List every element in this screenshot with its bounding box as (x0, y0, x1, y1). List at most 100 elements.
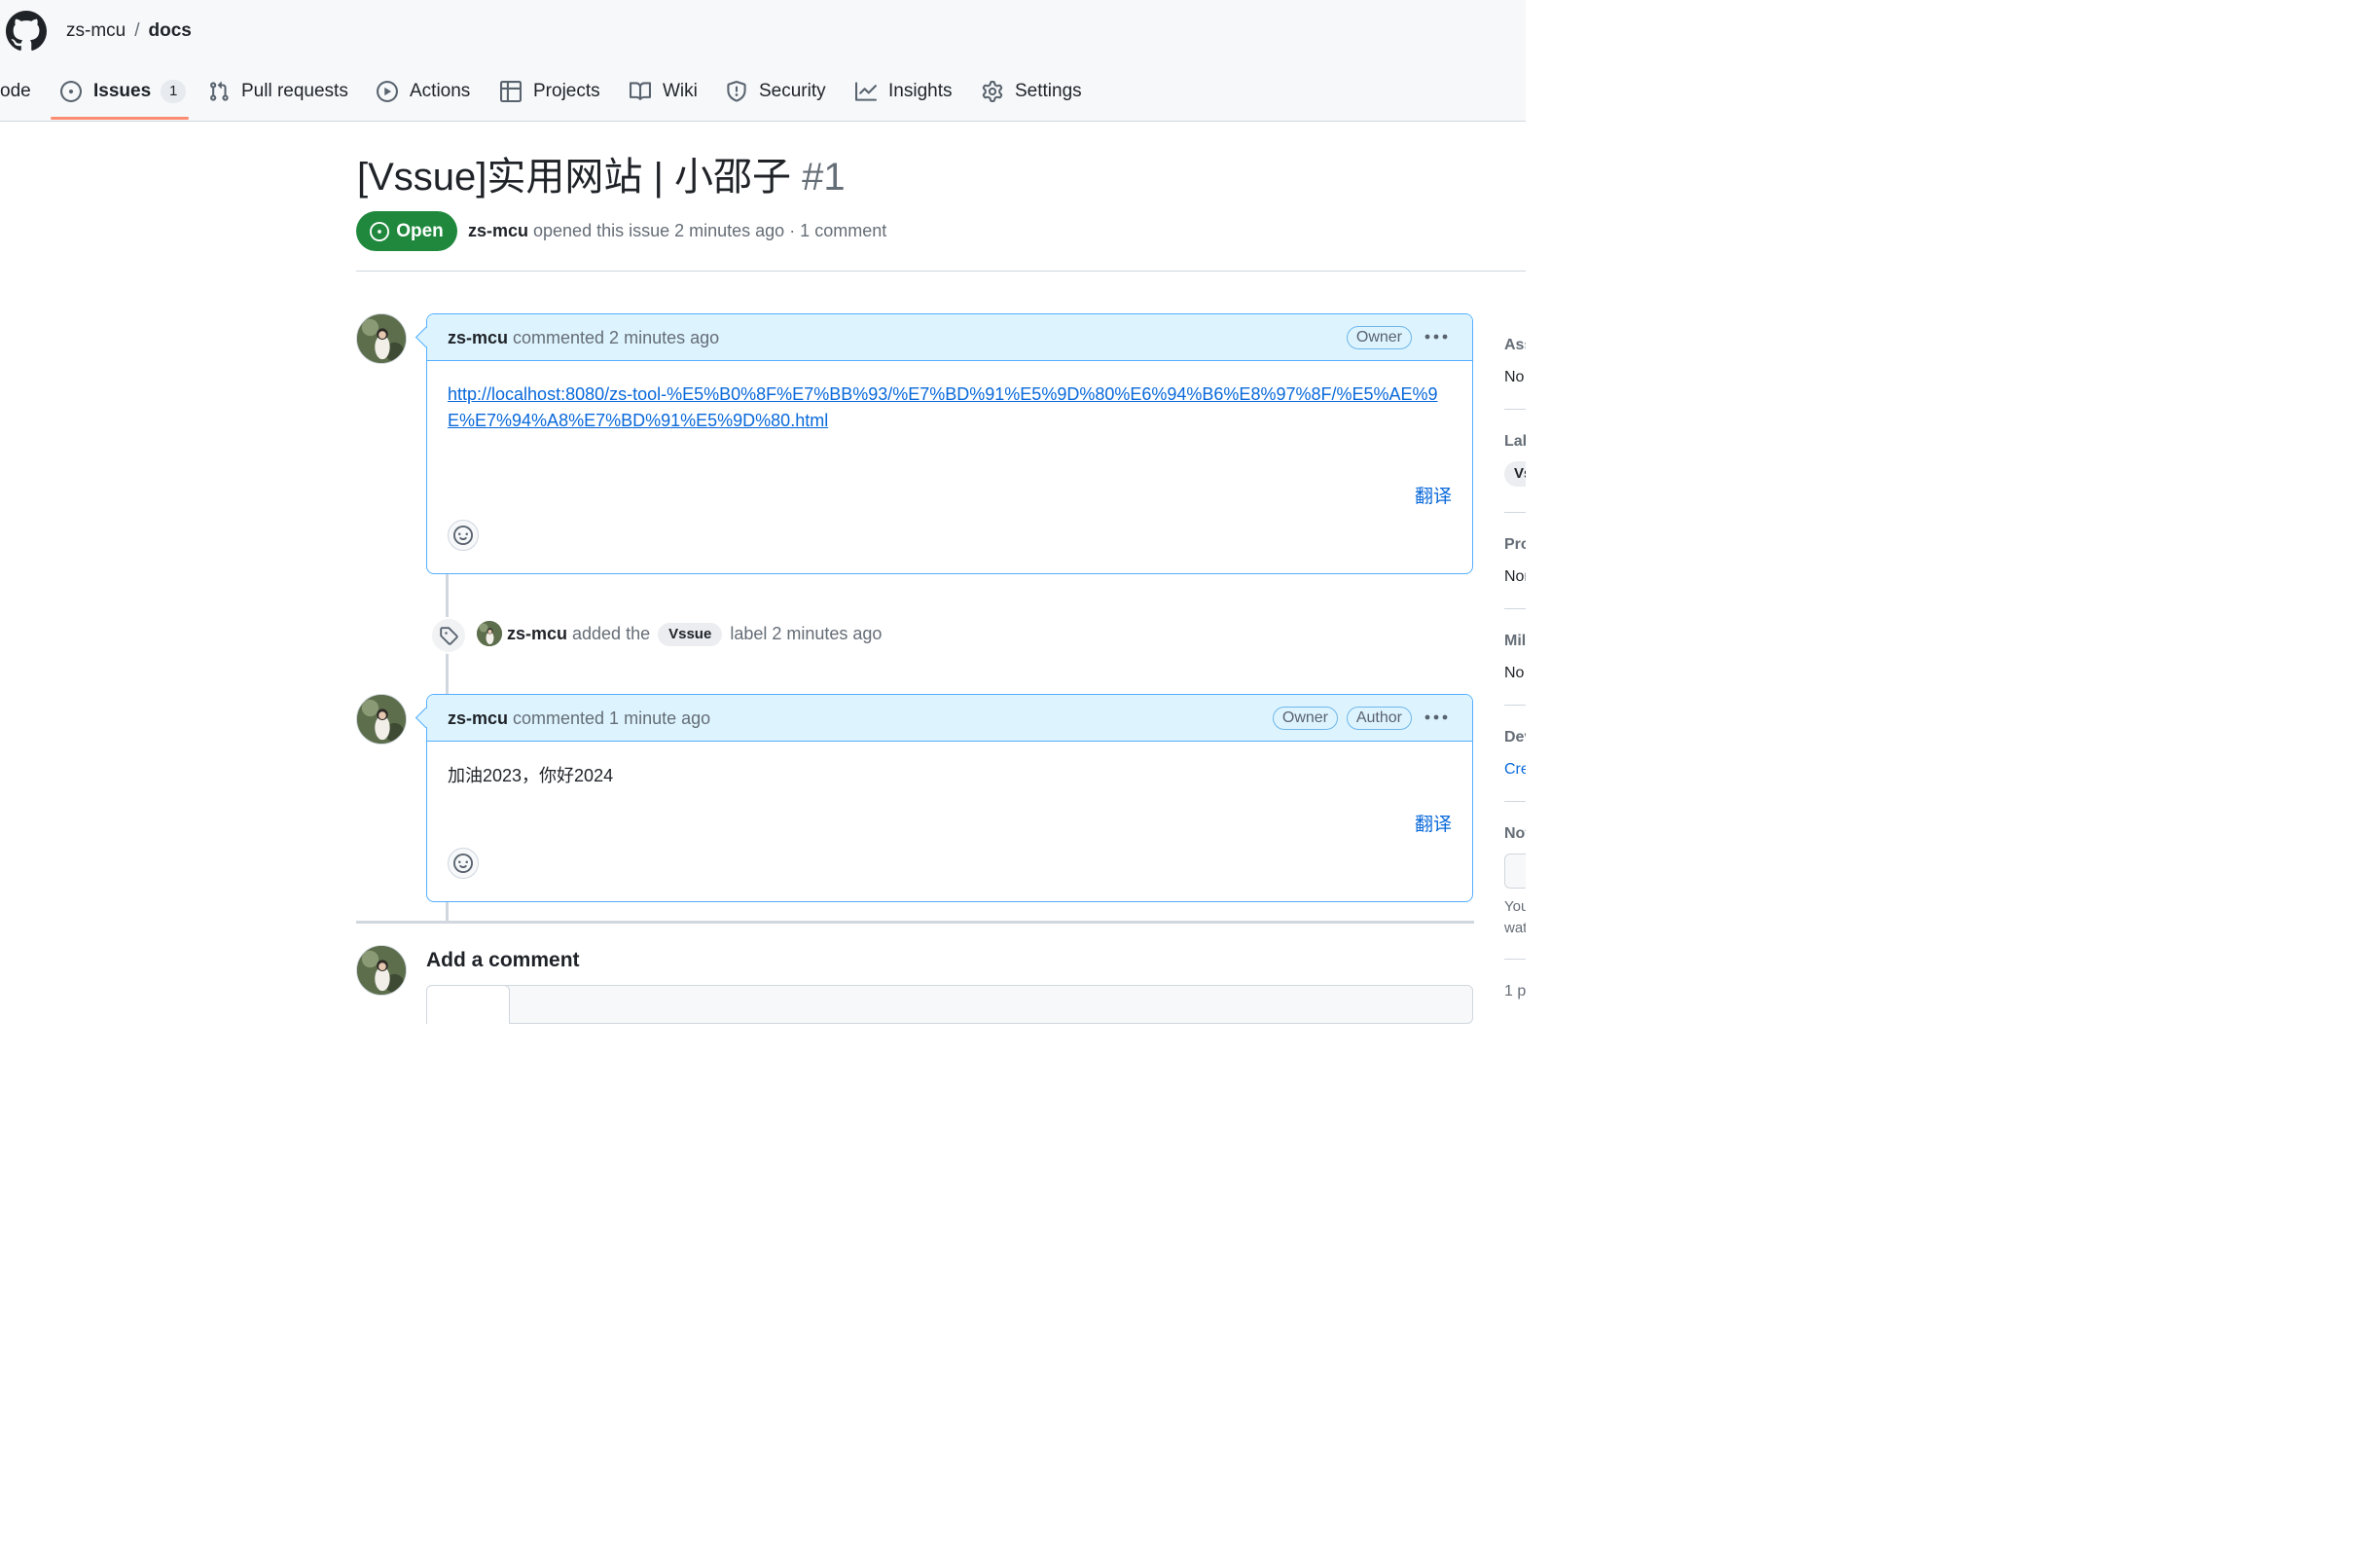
comment-options-button[interactable] (1422, 706, 1451, 729)
comment-timestamp[interactable]: commented 1 minute ago (508, 709, 710, 728)
tab-insights[interactable]: Insights (855, 74, 952, 109)
comment-author-link[interactable]: zs-mcu (448, 328, 508, 347)
comment-arrow (415, 326, 437, 348)
translate-link[interactable]: 翻译 (1415, 482, 1452, 508)
event-actor-link[interactable]: zs-mcu (507, 624, 567, 643)
sidebar-participants: 1 p (1504, 982, 1526, 1001)
tab-label: ode (0, 81, 31, 101)
comment-author-line: zs-mcu commented 1 minute ago (448, 708, 710, 729)
add-reaction-button[interactable] (448, 520, 479, 551)
sidebar-divider (1504, 959, 1526, 960)
sidebar-divider (1504, 608, 1526, 609)
subscribe-button[interactable] (1504, 854, 1526, 889)
comment-header: zs-mcu commented 1 minute ago Owner Auth… (415, 695, 1472, 742)
author-badge: Author (1346, 707, 1412, 730)
tab-label: Projects (533, 81, 600, 101)
issue-sidebar: Ass No Lab Vs Pro Nor Mil No Dev Cre Not… (1504, 321, 1526, 1002)
kebab-horizontal-icon (1424, 714, 1448, 720)
timeline-end-divider (356, 921, 1474, 924)
tab-actions[interactable]: Actions (377, 74, 470, 109)
tab-label: Wiki (663, 81, 698, 101)
label-event-text: zs-mcu added the Vssue label 2 minutes a… (507, 623, 883, 647)
tab-code[interactable]: ode (0, 74, 31, 109)
tab-wiki[interactable]: Wiki (630, 74, 698, 109)
github-mark-icon[interactable] (6, 11, 47, 52)
sidebar-divider (1504, 512, 1526, 513)
issue-state-label: Open (396, 220, 444, 241)
sidebar-divider (1504, 801, 1526, 802)
issue-number: #1 (802, 156, 846, 199)
tab-security[interactable]: Security (726, 74, 826, 109)
sidebar-section-title: Not (1504, 825, 1526, 842)
comment-body: http://localhost:8080/zs-tool-%E5%B0%8F%… (427, 361, 1472, 574)
issue-state-badge: Open (356, 211, 457, 251)
comment-editor[interactable] (426, 985, 1473, 1024)
tag-icon (440, 627, 458, 645)
notification-note: You (1504, 898, 1526, 915)
sidebar-divider (1504, 409, 1526, 410)
tab-issues[interactable]: Issues 1 (60, 74, 187, 109)
table-icon (500, 81, 522, 102)
sidebar-notifications: Not You wat (1504, 824, 1526, 939)
add-reaction-button[interactable] (448, 848, 479, 879)
timeline-line (446, 901, 449, 921)
tab-label: Security (759, 81, 826, 101)
sidebar-section-title: 1 p (1504, 983, 1526, 1000)
avatar[interactable] (356, 694, 407, 745)
owner-badge: Owner (1272, 707, 1338, 730)
comment-header: zs-mcu commented 2 minutes ago Owner (415, 314, 1472, 361)
tab-pull-requests[interactable]: Pull requests (208, 74, 348, 109)
tab-projects[interactable]: Projects (500, 74, 600, 109)
sidebar-section-value: No (1504, 369, 1525, 385)
comment-url-link[interactable]: http://localhost:8080/zs-tool-%E5%B0%8F%… (448, 382, 1450, 434)
repo-name-link[interactable]: docs (149, 20, 192, 41)
repo-header: zs-mcu / docs ode Issues 1 Pull requests A… (0, 0, 1526, 122)
label-event-badge (430, 617, 467, 654)
issue-title-text: [Vssue]实用网站 | 小邵子 (357, 156, 792, 199)
tab-settings[interactable]: Settings (982, 74, 1082, 109)
add-comment-heading: Add a comment (426, 949, 580, 971)
issue-opened-icon (60, 81, 82, 102)
sidebar-section-value: Nor (1504, 568, 1526, 585)
comment-options-button[interactable] (1422, 325, 1451, 348)
owner-badge: Owner (1346, 326, 1412, 349)
label-chip[interactable]: Vssue (658, 623, 723, 647)
play-icon (377, 81, 398, 102)
comment-text: 加油2023，你好2024 (448, 766, 614, 785)
repo-owner-link[interactable]: zs-mcu (66, 20, 126, 41)
create-branch-link[interactable]: Cre (1504, 760, 1526, 780)
avatar[interactable] (356, 945, 407, 996)
issues-counter: 1 (161, 80, 187, 103)
sidebar-development[interactable]: Dev Cre (1504, 728, 1526, 780)
editor-write-tab[interactable] (426, 985, 510, 1024)
tab-label: Insights (888, 81, 953, 101)
sidebar-section-title: Mil (1504, 633, 1526, 649)
avatar[interactable] (356, 313, 407, 364)
sidebar-assignees[interactable]: Ass No (1504, 336, 1526, 387)
graph-icon (855, 82, 877, 101)
label-chip[interactable]: Vs (1504, 461, 1526, 487)
translate-link[interactable]: 翻译 (1415, 810, 1452, 836)
tab-label: Actions (410, 81, 471, 101)
event-text-after: label 2 minutes ago (725, 624, 883, 643)
issue-opened-icon (370, 221, 390, 241)
sidebar-labels[interactable]: Lab Vs (1504, 432, 1526, 487)
tab-label: Pull requests (241, 81, 348, 101)
sidebar-section-title: Lab (1504, 433, 1526, 450)
issue-meta: zs-mcu opened this issue 2 minutes ago ·… (468, 220, 886, 241)
tab-label: Issues (93, 81, 152, 101)
sidebar-divider (1504, 705, 1526, 706)
sidebar-projects[interactable]: Pro Nor (1504, 535, 1526, 587)
comment-author-link[interactable]: zs-mcu (448, 709, 508, 728)
smiley-icon (453, 854, 473, 873)
book-icon (630, 82, 651, 100)
comment-timestamp[interactable]: commented 2 minutes ago (508, 328, 719, 347)
notification-note: wat (1504, 920, 1526, 936)
selected-tab-underline (51, 117, 189, 120)
breadcrumb-separator: / (134, 20, 140, 41)
issue-author-link[interactable]: zs-mcu (468, 221, 528, 240)
sidebar-milestone[interactable]: Mil No (1504, 632, 1526, 683)
gear-icon (982, 81, 1003, 102)
shield-icon (727, 81, 746, 102)
avatar[interactable] (477, 621, 502, 646)
